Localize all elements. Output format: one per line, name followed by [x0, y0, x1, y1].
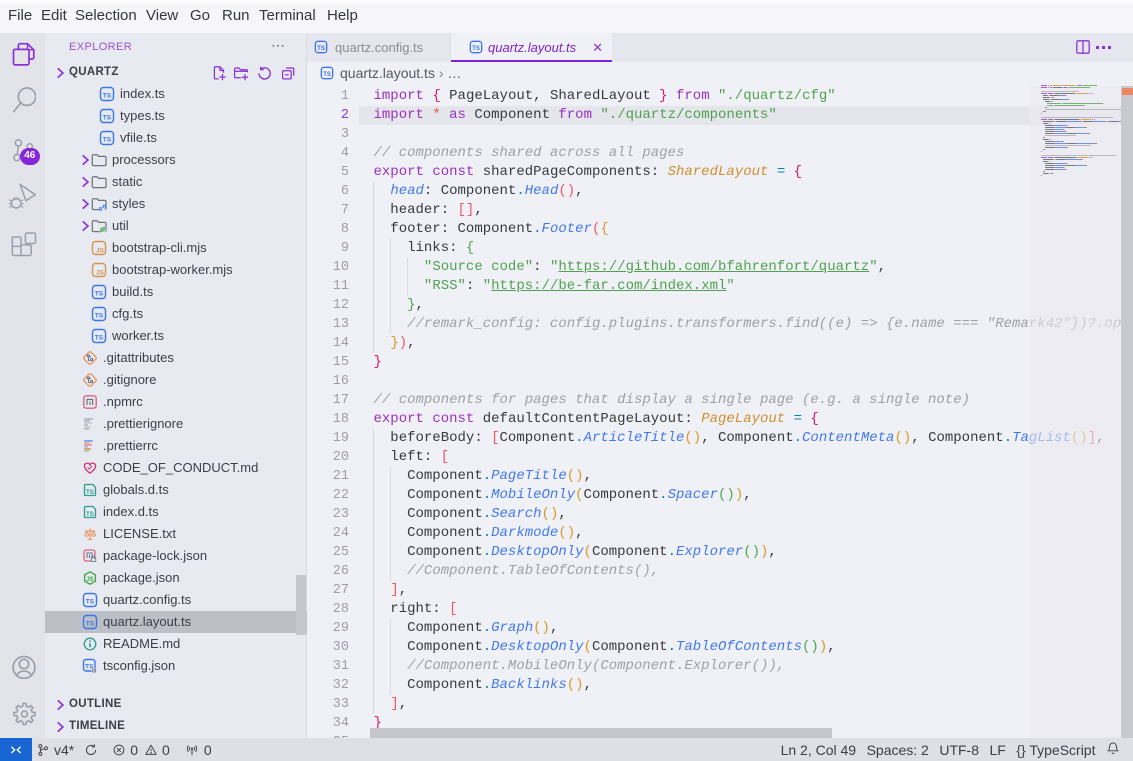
svg-text:TS: TS	[86, 598, 95, 605]
svg-text:TS: TS	[95, 312, 104, 319]
svg-text:TS: TS	[103, 92, 112, 99]
svg-text:TS: TS	[86, 489, 94, 496]
svg-text:TS: TS	[317, 45, 325, 52]
svg-text:JS: JS	[96, 269, 105, 276]
svg-text:JS: JS	[86, 576, 93, 582]
svg-text:TS: TS	[103, 114, 112, 121]
svg-text:TS: TS	[472, 45, 480, 52]
svg-text:TS: TS	[95, 334, 104, 341]
svg-text:JS: JS	[96, 247, 105, 254]
svg-text:TS: TS	[95, 290, 104, 297]
svg-text:TS: TS	[323, 71, 331, 78]
svg-text:TS: TS	[86, 511, 94, 518]
svg-text:TS: TS	[103, 136, 112, 143]
svg-text:TS: TS	[86, 620, 95, 627]
